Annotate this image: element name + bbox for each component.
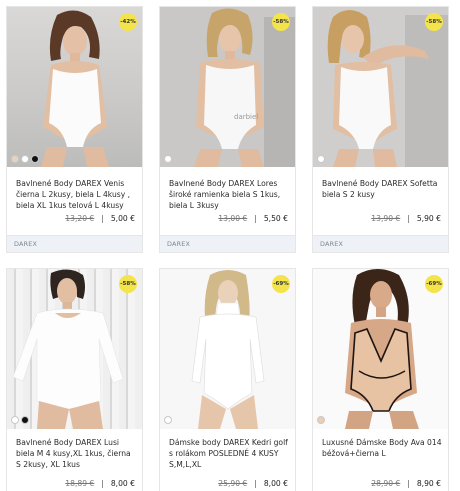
discount-badge: -58% bbox=[119, 275, 137, 293]
brand-bar: DAREX bbox=[7, 235, 142, 252]
color-swatches bbox=[11, 416, 29, 424]
price-row: 18,89 € | 8,00 € bbox=[65, 479, 135, 488]
discount-badge: -69% bbox=[272, 275, 290, 293]
product-card[interactable]: -58% Bavlnené Body DAREX Lusi biela M 4 … bbox=[6, 268, 143, 491]
product-card[interactable]: -69% Luxusné Dámske Body Ava 014 béžová+… bbox=[312, 268, 449, 491]
discount-badge: -58% bbox=[272, 13, 290, 31]
color-swatches bbox=[317, 155, 325, 163]
color-swatches bbox=[164, 155, 172, 163]
product-card[interactable]: -42% Bavlnené Body DAREX Venis čierna L … bbox=[6, 6, 143, 253]
price-separator: | bbox=[101, 214, 104, 223]
price-separator: | bbox=[254, 214, 257, 223]
color-swatch-white[interactable] bbox=[164, 155, 172, 163]
current-price: 5,50 € bbox=[263, 214, 288, 223]
brand-label[interactable]: DAREX bbox=[320, 240, 343, 248]
product-card[interactable]: darbiel -58% Bavlnené Body DAREX Lores š… bbox=[159, 6, 296, 253]
product-title[interactable]: Bavlnené Body DAREX Lusi biela M 4 kusy,… bbox=[16, 437, 136, 470]
watermark-text: darbiel bbox=[234, 113, 258, 121]
old-price: 13,90 € bbox=[371, 214, 401, 223]
discount-badge: -58% bbox=[425, 13, 443, 31]
product-photo[interactable]: -58% bbox=[313, 7, 448, 167]
color-swatches bbox=[11, 155, 39, 163]
product-photo[interactable]: -69% bbox=[160, 269, 295, 429]
product-card[interactable]: -69% Dámske body DAREX Kedri golf s rolá… bbox=[159, 268, 296, 491]
color-swatch-white[interactable] bbox=[164, 416, 172, 424]
discount-badge: -42% bbox=[119, 13, 137, 31]
discount-badge: -69% bbox=[425, 275, 443, 293]
product-title[interactable]: Dámske body DAREX Kedri golf s rolákom P… bbox=[169, 437, 289, 470]
color-swatch-white[interactable] bbox=[317, 155, 325, 163]
old-price: 13,20 € bbox=[65, 214, 95, 223]
current-price: 8,00 € bbox=[263, 479, 288, 488]
brand-bar: DAREX bbox=[160, 235, 295, 252]
old-price: 28,90 € bbox=[371, 479, 401, 488]
product-photo[interactable]: -42% bbox=[7, 7, 142, 167]
product-title[interactable]: Luxusné Dámske Body Ava 014 béžová+čiern… bbox=[322, 437, 442, 459]
price-separator: | bbox=[254, 479, 257, 488]
current-price: 5,90 € bbox=[416, 214, 441, 223]
color-swatch-white[interactable] bbox=[21, 155, 29, 163]
color-swatch-beige[interactable] bbox=[11, 155, 19, 163]
brand-bar: DAREX bbox=[313, 235, 448, 252]
price-row: 13,90 € | 5,90 € bbox=[371, 214, 441, 223]
product-photo[interactable]: darbiel -58% bbox=[160, 7, 295, 167]
current-price: 8,90 € bbox=[416, 479, 441, 488]
color-swatch-black[interactable] bbox=[21, 416, 29, 424]
price-row: 28,90 € | 8,90 € bbox=[371, 479, 441, 488]
old-price: 25,90 € bbox=[218, 479, 248, 488]
color-swatches bbox=[317, 416, 325, 424]
product-title[interactable]: Bavlnené Body DAREX Venis čierna L 2kusy… bbox=[16, 178, 136, 211]
product-photo[interactable]: -58% bbox=[7, 269, 142, 429]
color-swatch-beige[interactable] bbox=[317, 416, 325, 424]
brand-label[interactable]: DAREX bbox=[167, 240, 190, 248]
product-photo[interactable]: -69% bbox=[313, 269, 448, 429]
price-row: 25,90 € | 8,00 € bbox=[218, 479, 288, 488]
current-price: 8,00 € bbox=[110, 479, 135, 488]
brand-label[interactable]: DAREX bbox=[14, 240, 37, 248]
price-separator: | bbox=[407, 479, 410, 488]
old-price: 13,00 € bbox=[218, 214, 248, 223]
price-row: 13,20 € | 5,00 € bbox=[65, 214, 135, 223]
old-price: 18,89 € bbox=[65, 479, 95, 488]
product-title[interactable]: Bavlnené Body DAREX Lores široké ramienk… bbox=[169, 178, 289, 211]
price-separator: | bbox=[101, 479, 104, 488]
price-row: 13,00 € | 5,50 € bbox=[218, 214, 288, 223]
price-separator: | bbox=[407, 214, 410, 223]
color-swatch-white[interactable] bbox=[11, 416, 19, 424]
product-card[interactable]: -58% Bavlnené Body DAREX Sofetta biela S… bbox=[312, 6, 449, 253]
product-title[interactable]: Bavlnené Body DAREX Sofetta biela S 2 ku… bbox=[322, 178, 442, 200]
color-swatch-black[interactable] bbox=[31, 155, 39, 163]
current-price: 5,00 € bbox=[110, 214, 135, 223]
color-swatches bbox=[164, 416, 172, 424]
